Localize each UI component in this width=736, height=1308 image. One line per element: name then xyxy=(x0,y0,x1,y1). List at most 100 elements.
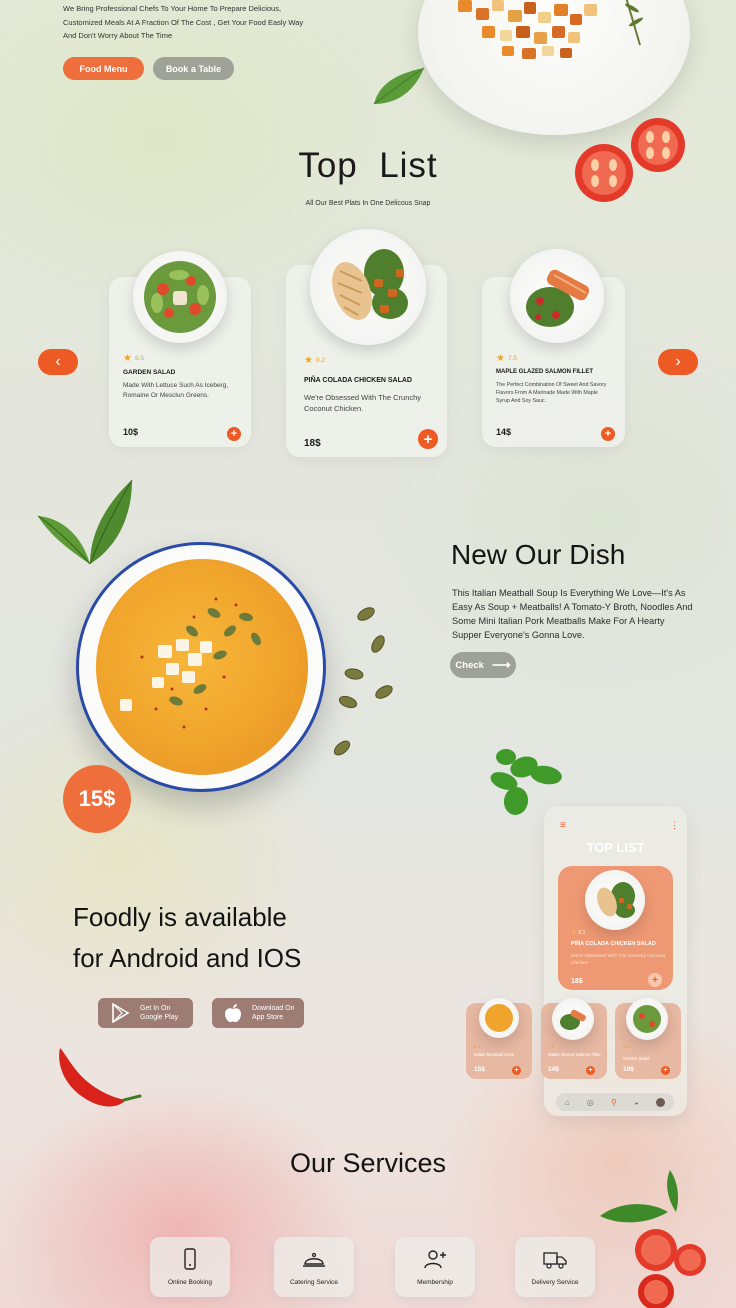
plus-icon: + xyxy=(652,974,658,986)
hero-tagline-line: We Bring Professional Chefs To Your Home… xyxy=(63,4,282,13)
food-menu-button[interactable]: Food Menu xyxy=(63,57,144,80)
home-icon[interactable]: ⌂ xyxy=(565,1098,570,1107)
mini-soup-image xyxy=(479,998,519,1038)
mini-garden-salad-image xyxy=(626,998,668,1040)
app-store-line2: App Store xyxy=(252,1014,284,1021)
google-play-icon xyxy=(112,1003,130,1023)
apple-icon xyxy=(225,1004,241,1023)
plus-icon: + xyxy=(604,428,612,440)
star-icon: ★ xyxy=(123,353,132,364)
basket-icon[interactable]: ◒ xyxy=(634,1098,639,1107)
app-title-line: Foodly is available xyxy=(73,902,287,932)
basil-leaf-image xyxy=(370,66,426,113)
hero-tagline-line: And Don't Worry About The Time xyxy=(63,31,173,40)
mini-rating: 8.5 xyxy=(623,1044,630,1049)
chicken-salad-image xyxy=(310,229,426,345)
carousel-next-button[interactable]: › xyxy=(658,349,698,375)
mini-name: Garden Salad xyxy=(623,1056,650,1061)
service-membership[interactable]: Membership xyxy=(395,1237,475,1297)
google-play-line1: Get In On xyxy=(140,1004,171,1012)
dish-name: MAPLE GLAZED SALMON FILLET xyxy=(496,369,593,375)
app-availability-title: Foodly is available for Android and IOS xyxy=(73,897,301,979)
dish-rating: 8.2 xyxy=(315,357,326,364)
dish-description: Made With Lettuce Such As Iceberg, Romai… xyxy=(123,382,229,399)
mini-price: 10$ xyxy=(623,1066,634,1073)
cloche-icon xyxy=(303,1252,325,1267)
dish-name: PIÑA COLADA CHICKEN SALAD xyxy=(304,377,412,384)
mini-rating: 7.5 xyxy=(548,1044,555,1049)
plus-icon: + xyxy=(514,1067,519,1074)
add-to-cart-button[interactable]: + xyxy=(418,429,438,449)
star-icon: ★ xyxy=(496,353,505,364)
add-to-cart-button[interactable]: + xyxy=(227,427,241,441)
top-list-title: Top List xyxy=(298,146,438,185)
delivery-truck-icon xyxy=(543,1252,567,1269)
chevron-left-icon: ‹ xyxy=(55,353,61,370)
star-icon: ★ xyxy=(571,930,577,936)
garden-salad-image xyxy=(133,251,227,343)
mini-price: 15$ xyxy=(474,1066,485,1073)
salmon-fillet-image xyxy=(510,249,604,343)
mini-name: Italian Meatball Soup xyxy=(474,1052,515,1057)
mini-add-button[interactable]: + xyxy=(586,1066,595,1075)
arrow-right-icon: ⟶ xyxy=(491,657,511,672)
plus-icon: + xyxy=(663,1067,668,1074)
service-label: Online Booking xyxy=(167,1279,213,1286)
carousel-prev-button[interactable]: ‹ xyxy=(38,349,78,375)
book-table-button[interactable]: Book a Table xyxy=(153,57,234,80)
service-delivery[interactable]: Delivery Service xyxy=(515,1237,595,1297)
dish-name: GARDEN SALAD xyxy=(123,369,176,376)
google-play-button[interactable]: Get In On Google Play xyxy=(98,998,193,1028)
phone-featured-price: 18$ xyxy=(571,978,583,985)
plus-icon: + xyxy=(230,428,238,440)
mini-rating: 8.1 xyxy=(474,1044,481,1049)
mini-add-button[interactable]: + xyxy=(512,1066,521,1075)
phone-featured-rating: 8.2 xyxy=(578,929,586,936)
new-dish-title: New Our Dish xyxy=(451,539,626,570)
check-button[interactable]: Check ⟶ xyxy=(450,652,516,678)
star-icon: ★ xyxy=(304,355,313,366)
dish-rating: 8.5 xyxy=(134,355,145,362)
more-icon[interactable]: ⋮ xyxy=(670,820,679,831)
app-store-button[interactable]: Download On App Store xyxy=(212,998,304,1028)
new-dish-description: This Italian Meatball Soup Is Everything… xyxy=(452,588,693,640)
phone-add-button[interactable]: + xyxy=(648,973,662,987)
dish-price: 14$ xyxy=(496,427,512,437)
service-catering[interactable]: Catering Service xyxy=(274,1237,354,1297)
check-label: Check xyxy=(455,659,484,671)
compass-icon[interactable]: ◎ xyxy=(587,1098,594,1107)
pumpkin-seeds-image xyxy=(330,600,410,765)
soup-bowl-image xyxy=(76,542,326,792)
phone-featured-name: PIÑA COLADA CHICKEN SALAD xyxy=(571,941,656,947)
add-to-cart-button[interactable]: + xyxy=(601,427,615,441)
service-online-booking[interactable]: Online Booking xyxy=(150,1237,230,1297)
hero-tagline: We Bring Professional Chefs To Your Home… xyxy=(63,2,323,43)
dish-price: 10$ xyxy=(123,427,139,437)
user-add-icon xyxy=(424,1250,446,1269)
chevron-right-icon: › xyxy=(675,353,681,370)
app-store-line1: Download On xyxy=(252,1004,295,1012)
app-title-line: for Android and IOS xyxy=(73,943,302,973)
phone-featured-rating-row: ★ 8.2 xyxy=(571,929,586,937)
plus-icon: + xyxy=(588,1067,593,1074)
mini-salmon-image xyxy=(552,998,594,1040)
search-icon[interactable]: ⚲ xyxy=(611,1098,617,1107)
phone-icon xyxy=(184,1248,196,1270)
phone-featured-desc: We're Obsessed With The Crunchy Coconut … xyxy=(571,954,666,966)
mini-name: Maple Glazed Salmon Fillet xyxy=(548,1052,601,1057)
chili-pepper-image xyxy=(56,1046,142,1115)
service-label: Membership xyxy=(417,1279,453,1286)
phone-featured-dish-image xyxy=(585,870,645,930)
new-dish-price-badge: 15$ xyxy=(63,765,131,833)
phone-title: TOP LIST xyxy=(586,840,645,855)
plus-icon: + xyxy=(423,430,433,448)
service-label: Delivery Service xyxy=(531,1279,579,1286)
mini-price: 14$ xyxy=(548,1066,559,1073)
dish-rating: 7.5 xyxy=(507,355,518,362)
avatar[interactable] xyxy=(656,1097,666,1107)
menu-icon[interactable]: ≡ xyxy=(560,820,566,831)
mini-add-button[interactable]: + xyxy=(661,1066,670,1075)
top-list-subtitle: All Our Best Plats In One Delicous Snap xyxy=(305,200,431,207)
google-play-line2: Google Play xyxy=(140,1014,179,1021)
dish-price: 18$ xyxy=(304,438,321,449)
